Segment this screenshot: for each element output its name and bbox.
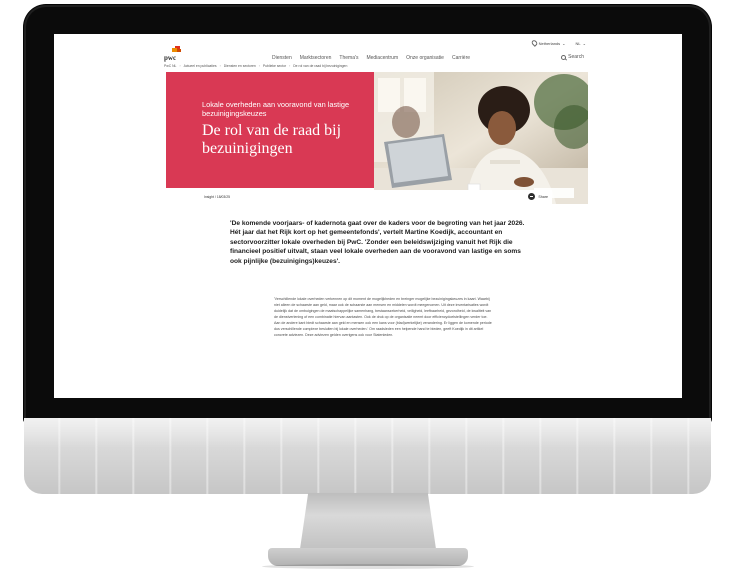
breadcrumb-separator: › — [289, 64, 291, 68]
nav-item-mediacentrum[interactable]: Mediacentrum — [366, 55, 398, 61]
language-label: NL — [575, 40, 581, 46]
breadcrumb-separator: › — [179, 64, 181, 68]
monitor-stand-neck — [300, 493, 436, 549]
breadcrumb-separator: › — [219, 64, 221, 68]
breadcrumb-item[interactable]: PwC NL — [164, 64, 176, 68]
hero-photo-illustration — [374, 72, 588, 204]
search-button[interactable]: Search — [561, 54, 584, 60]
monitor-stand-shadow — [262, 564, 474, 569]
monitor-chin — [24, 418, 711, 494]
main-nav: Diensten Marktsectoren Thema's Mediacent… — [272, 55, 470, 61]
breadcrumb-separator: › — [258, 64, 260, 68]
country-label: Netherlands — [538, 40, 561, 46]
hero-title: De rol van de raad bij bezuinigingen — [202, 122, 342, 157]
breadcrumb-item[interactable]: Publieke sector — [263, 64, 286, 68]
breadcrumb-item[interactable]: Actueel en publicaties — [184, 64, 217, 68]
share-label: Share — [538, 194, 548, 199]
article-date: Insight / 18/03/25 — [204, 195, 231, 199]
browser-screen: Netherlands ⌄ NL ⌄ pwc Diensten Marktsec… — [54, 34, 682, 398]
article-lead: 'De komende voorjaars- of kadernota gaat… — [230, 219, 525, 265]
language-selector[interactable]: NL ⌄ — [576, 41, 586, 46]
desktop-monitor: Netherlands ⌄ NL ⌄ pwc Diensten Marktsec… — [0, 0, 734, 571]
article-meta-bar: Insight / 18/03/25 Share — [198, 190, 552, 204]
logo-mark-icon — [170, 46, 182, 54]
logo-text: pwc — [164, 54, 177, 62]
hero-photo — [374, 72, 588, 204]
search-icon — [561, 54, 567, 60]
nav-item-themas[interactable]: Thema's — [339, 55, 358, 61]
chevron-down-icon: ⌄ — [562, 40, 566, 46]
share-button[interactable]: Share — [528, 193, 548, 200]
pwc-logo[interactable]: pwc — [164, 46, 186, 62]
breadcrumb-item[interactable]: Diensten en sectoren — [224, 64, 256, 68]
hero-subtitle: Lokale overheden aan vooravond van lasti… — [202, 100, 350, 118]
breadcrumb-current: De rol van de raad bij bezuinigingen — [293, 64, 348, 68]
nav-item-marktsectoren[interactable]: Marktsectoren — [300, 55, 332, 61]
nav-item-onze-organisatie[interactable]: Onze organisatie — [406, 55, 444, 61]
hero-color-panel: Lokale overheden aan vooravond van lasti… — [166, 72, 374, 188]
nav-item-carriere[interactable]: Carrière — [452, 55, 470, 61]
hero-banner: Lokale overheden aan vooravond van lasti… — [166, 72, 588, 204]
article-body: 'Verschillende lokale overheden verkenne… — [274, 296, 492, 337]
chevron-down-icon: ⌄ — [582, 40, 586, 46]
site-header: pwc Diensten Marktsectoren Thema's Media… — [164, 46, 584, 62]
breadcrumb: PwC NL › Actueel en publicaties › Dienst… — [164, 64, 347, 68]
search-label: Search — [568, 54, 584, 60]
share-icon — [528, 193, 536, 200]
nav-item-diensten[interactable]: Diensten — [272, 55, 292, 61]
